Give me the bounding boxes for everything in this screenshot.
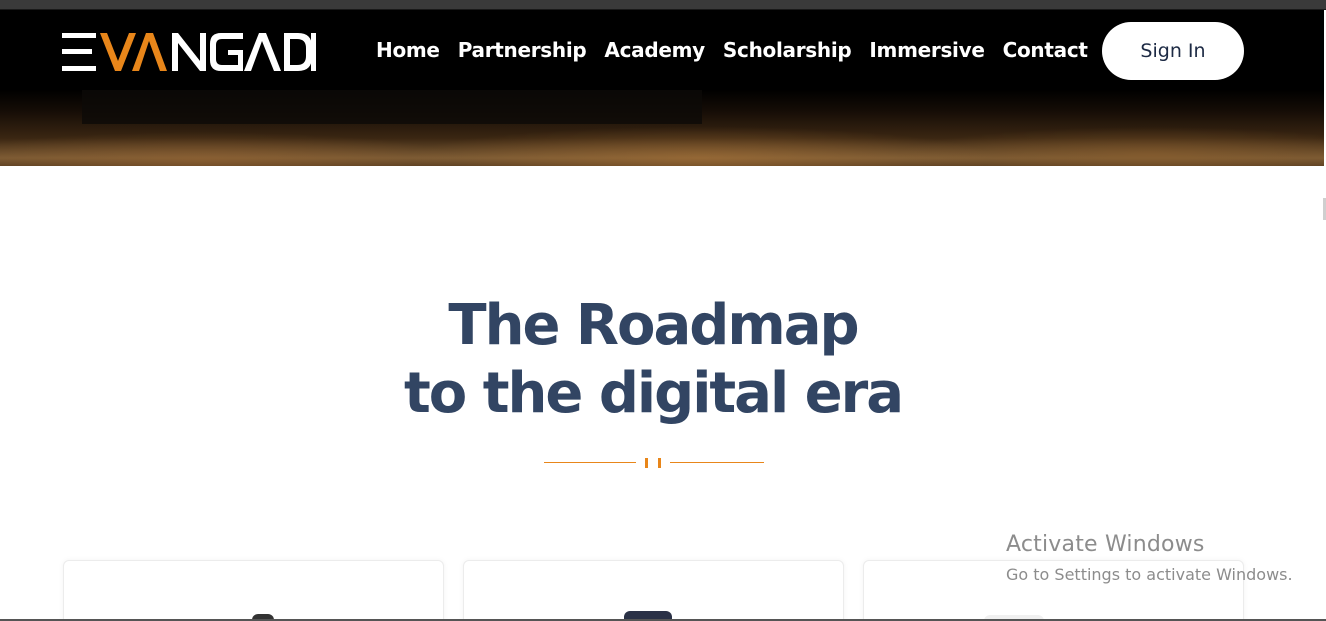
nav-partnership[interactable]: Partnership — [458, 38, 587, 62]
nav-contact[interactable]: Contact — [1003, 38, 1088, 62]
title-divider — [544, 457, 764, 469]
divider-tick — [658, 458, 661, 468]
main-navigation: Home Partnership Academy Scholarship Imm… — [376, 38, 1088, 62]
section-title-line-1: The Roadmap — [448, 293, 859, 358]
windows-activation-watermark: Activate Windows Go to Settings to activ… — [1006, 532, 1293, 584]
watermark-subtitle: Go to Settings to activate Windows. — [1006, 565, 1293, 584]
site-header: Home Partnership Academy Scholarship Imm… — [0, 10, 1324, 92]
section-title: The Roadmap to the digital era — [0, 292, 1306, 428]
program-card[interactable] — [63, 560, 444, 621]
nav-home[interactable]: Home — [376, 38, 440, 62]
nav-scholarship[interactable]: Scholarship — [723, 38, 852, 62]
hero-background-shape — [82, 90, 702, 124]
browser-top-strip — [0, 0, 1326, 10]
nav-immersive[interactable]: Immersive — [869, 38, 985, 62]
program-card[interactable] — [463, 560, 844, 621]
divider-tick — [645, 458, 648, 468]
nav-academy[interactable]: Academy — [604, 38, 705, 62]
card-image — [624, 611, 672, 619]
evangadi-logo[interactable] — [62, 33, 316, 71]
section-title-line-2: to the digital era — [403, 361, 904, 426]
sign-in-button[interactable]: Sign In — [1102, 22, 1244, 80]
watermark-title: Activate Windows — [1006, 532, 1205, 557]
divider-line-right — [670, 462, 764, 463]
divider-line-left — [544, 462, 636, 463]
